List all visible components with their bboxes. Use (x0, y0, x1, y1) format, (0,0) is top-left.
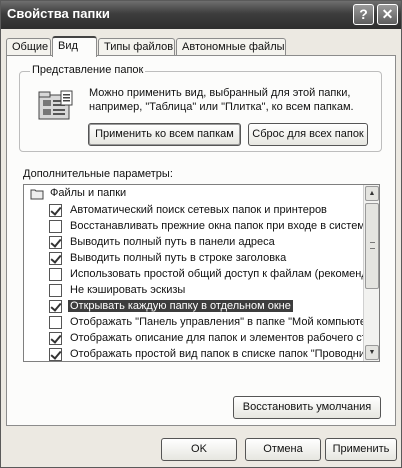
vertical-scrollbar[interactable]: ▲ ▼ (363, 185, 379, 361)
close-button[interactable]: ✕ (377, 4, 398, 25)
title-bar[interactable]: Свойства папки ? ✕ (1, 1, 401, 29)
help-button[interactable]: ? (353, 4, 374, 25)
help-icon: ? (359, 6, 368, 22)
list-item[interactable]: Отображать "Панель управления" в папке "… (24, 314, 364, 331)
list-item-folder-group: Файлы и папки (24, 185, 364, 202)
list-item[interactable]: Отображать простой вид папок в списке па… (24, 346, 364, 361)
reset-all-folders-button[interactable]: Сброс для всех папок (248, 123, 368, 146)
folder-options-dialog: Свойства папки ? ✕ Общие Вид Типы файлов… (0, 0, 402, 468)
list-item-label: Восстанавливать прежние окна папок при в… (70, 220, 364, 232)
close-icon: ✕ (381, 6, 394, 22)
folder-views-legend: Представление папок (30, 64, 146, 76)
checkbox[interactable] (49, 316, 62, 329)
list-item[interactable]: Выводить полный путь в строке заголовка (24, 250, 364, 267)
list-item[interactable]: Не кэшировать эскизы (24, 282, 364, 299)
folder-views-description: Можно применить вид, выбранный для этой … (89, 87, 354, 113)
scroll-down-button[interactable]: ▼ (365, 345, 379, 360)
scrollbar-thumb[interactable] (365, 203, 379, 289)
list-item[interactable]: Отображать описание для папок и элементо… (24, 330, 364, 347)
folder-view-icon (38, 90, 73, 120)
list-item[interactable]: Восстанавливать прежние окна папок при в… (24, 218, 364, 235)
list-item-label: Использовать простой общий доступ к файл… (70, 268, 364, 280)
list-item-label: Выводить полный путь в панели адреса (70, 236, 275, 248)
arrow-up-icon: ▲ (368, 190, 376, 197)
tab-offline-files[interactable]: Автономные файлы (176, 38, 286, 56)
list-item-label: Не кэшировать эскизы (70, 284, 186, 296)
advanced-settings-label: Дополнительные параметры: (23, 168, 173, 180)
ok-button[interactable]: OK (161, 438, 237, 461)
list-item-label: Отображать "Панель управления" в папке "… (70, 316, 364, 328)
checkbox[interactable] (49, 300, 62, 313)
window-title: Свойства папки (7, 6, 110, 21)
list-item-label: Отображать простой вид папок в списке па… (70, 348, 364, 360)
apply-button[interactable]: Применить (325, 438, 397, 461)
tab-general[interactable]: Общие (6, 38, 51, 56)
tab-file-types[interactable]: Типы файлов (98, 38, 175, 56)
checkbox[interactable] (49, 220, 62, 233)
list-item-label: Выводить полный путь в строке заголовка (70, 252, 287, 264)
checkbox[interactable] (49, 236, 62, 249)
checkbox[interactable] (49, 204, 62, 217)
list-item[interactable]: Использовать простой общий доступ к файл… (24, 266, 364, 283)
checkbox[interactable] (49, 252, 62, 265)
list-item-selected[interactable]: Открывать каждую папку в отдельном окне (24, 298, 364, 315)
checkbox[interactable] (49, 332, 62, 345)
advanced-settings-list[interactable]: Файлы и папки Автоматический поиск сетев… (23, 184, 380, 362)
grip-icon (370, 242, 375, 249)
scroll-up-button[interactable]: ▲ (365, 186, 379, 201)
checkbox[interactable] (49, 284, 62, 297)
list-item[interactable]: Выводить полный путь в панели адреса (24, 234, 364, 251)
list-item-label: Файлы и папки (50, 187, 127, 199)
folder-icon (30, 189, 44, 200)
arrow-down-icon: ▼ (368, 349, 376, 356)
checkbox[interactable] (49, 268, 62, 281)
cancel-button[interactable]: Отмена (245, 438, 321, 461)
list-item-label: Автоматический поиск сетевых папок и при… (70, 204, 327, 216)
tab-view[interactable]: Вид (52, 36, 97, 57)
list-item-label: Открывать каждую папку в отдельном окне (68, 300, 293, 312)
restore-defaults-button[interactable]: Восстановить умолчания (233, 396, 381, 419)
apply-to-all-folders-button[interactable]: Применить ко всем папкам (88, 123, 241, 146)
checkbox[interactable] (49, 348, 62, 361)
list-item[interactable]: Автоматический поиск сетевых папок и при… (24, 202, 364, 219)
list-item-label: Отображать описание для папок и элементо… (70, 332, 364, 344)
